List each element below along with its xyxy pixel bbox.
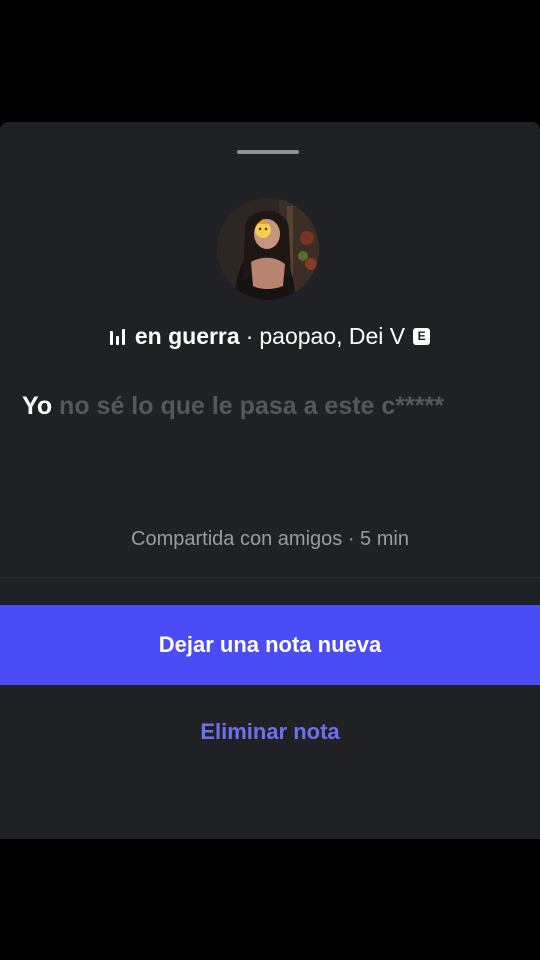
music-attribution[interactable]: en guerra · paopao, Dei V E [0, 319, 540, 353]
divider [0, 577, 540, 578]
lyric-line: Yo no sé lo que le pasa a este c***** [22, 392, 522, 421]
music-bars-icon [109, 327, 125, 345]
avatar[interactable] [217, 198, 319, 300]
note-meta: Compartida con amigos · 5 min [131, 528, 409, 550]
explicit-badge-icon: E [413, 327, 431, 345]
song-title: en guerra [134, 322, 240, 349]
lyric-remaining-text: no sé lo que le pasa a este c***** [59, 392, 444, 420]
bottom-sheet: en guerra · paopao, Dei V E Yo no sé lo … [0, 122, 540, 839]
lyric-active-word: Yo [22, 392, 53, 420]
separator: · [245, 322, 254, 349]
profile-photo [217, 198, 319, 300]
artist-names: paopao, Dei V [259, 322, 406, 349]
screen: en guerra · paopao, Dei V E Yo no sé lo … [0, 0, 540, 960]
delete-note-button[interactable]: Eliminar nota [0, 710, 540, 754]
drag-handle[interactable] [237, 150, 299, 154]
leave-new-note-button[interactable]: Dejar una nota nueva [0, 605, 540, 685]
